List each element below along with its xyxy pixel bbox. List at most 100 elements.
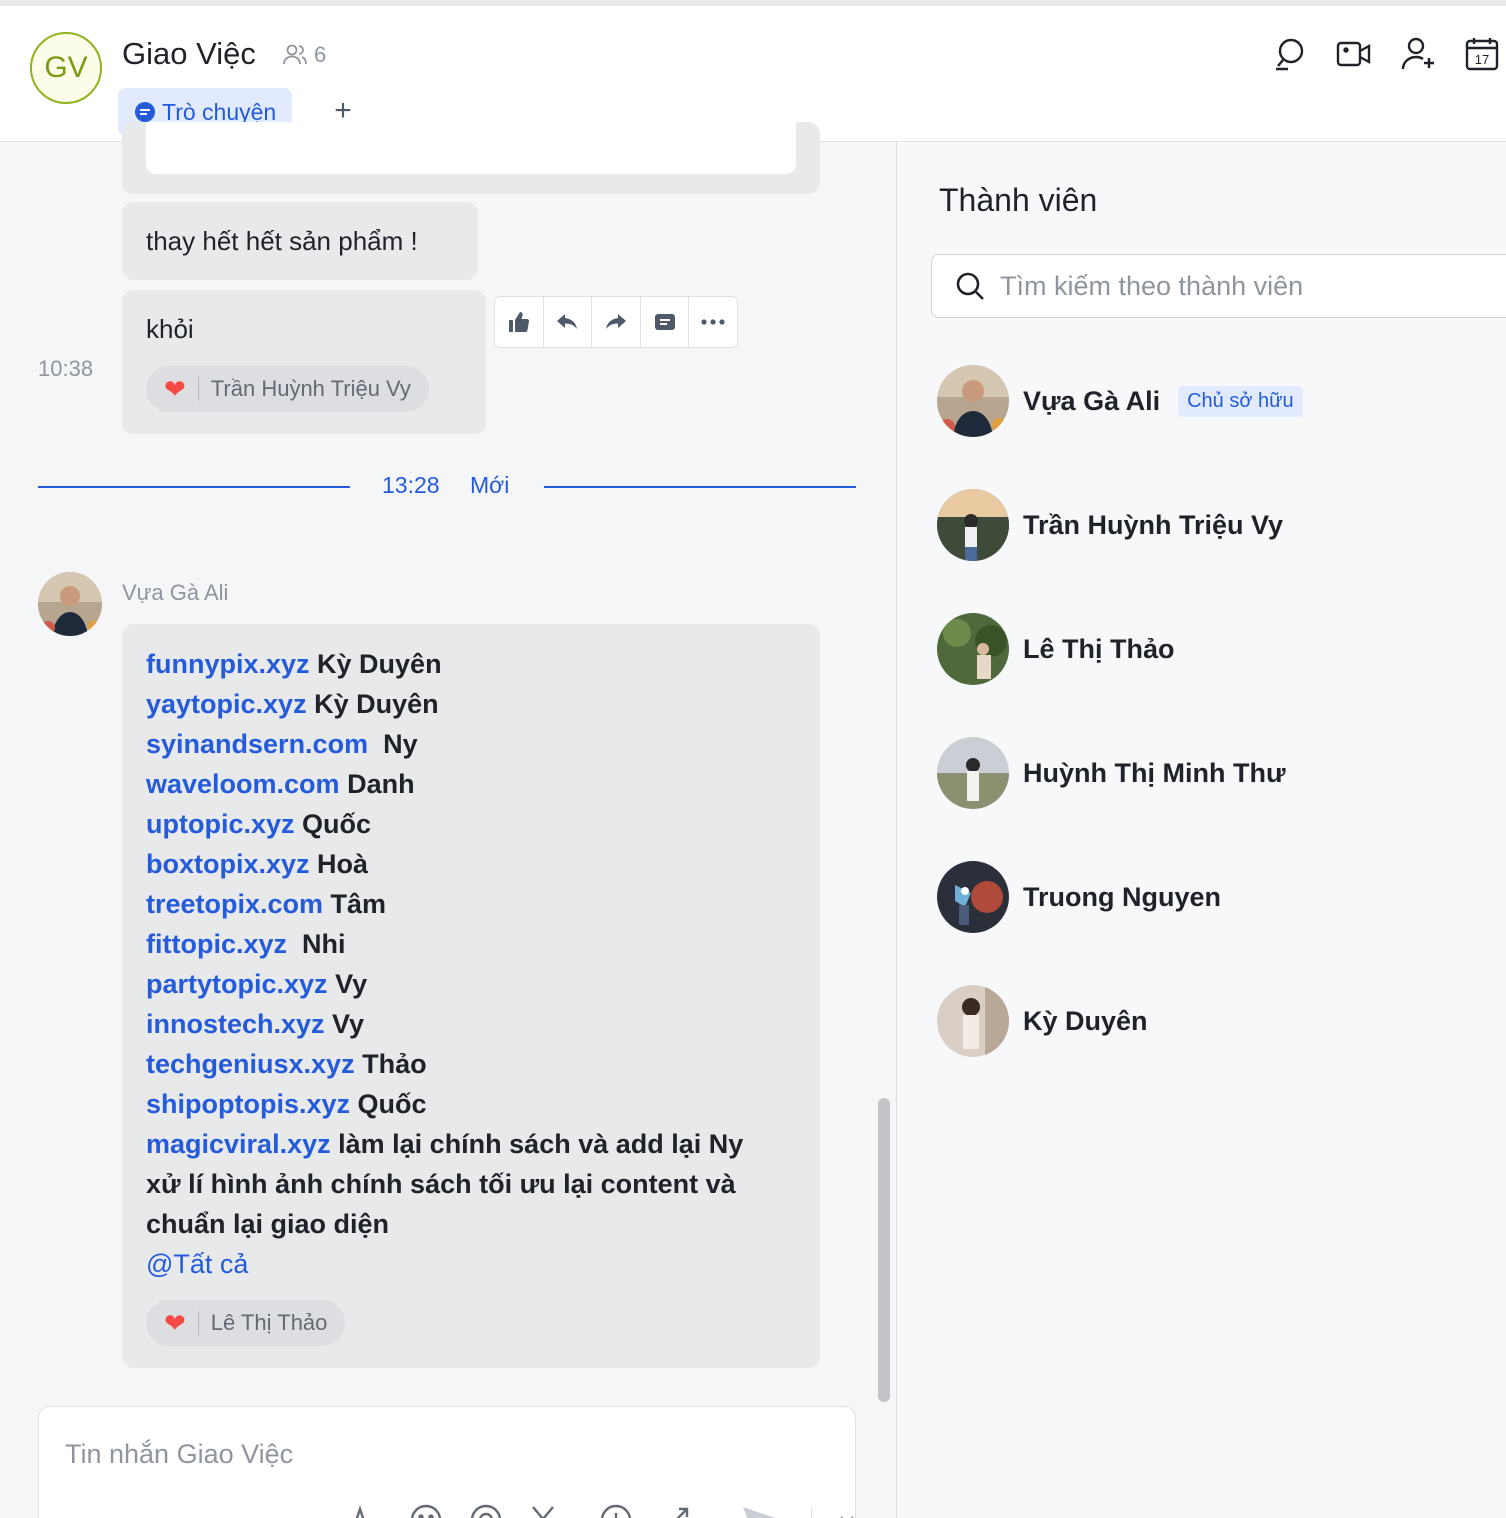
message-link[interactable]: techgeniusx.xyz	[146, 1049, 355, 1079]
send-icon[interactable]	[741, 1503, 785, 1518]
composer-placeholder[interactable]: Tin nhắn Giao Việc	[65, 1439, 293, 1470]
member-name: Huỳnh Thị Minh Thư	[1023, 757, 1286, 788]
mention-all-link[interactable]: @Tất cả	[146, 1244, 806, 1284]
app-window: GV Giao Việc 6 Trò chuyện + 17 thay hết …	[0, 6, 1506, 1518]
group-avatar[interactable]: GV	[30, 32, 102, 104]
member-item[interactable]: Vựa Gà Ali Chủ sở hữu	[937, 364, 1303, 438]
member-item[interactable]: Trần Huỳnh Triệu Vy	[937, 488, 1283, 562]
member-name: Vựa Gà Ali	[1023, 385, 1161, 416]
composer-toolbar	[349, 1503, 856, 1518]
forward-icon[interactable]	[592, 297, 641, 347]
member-item[interactable]: Lê Thị Thảo	[937, 612, 1175, 686]
reaction-user: Lê Thị Thảo	[210, 1310, 328, 1335]
send-options-divider	[811, 1507, 812, 1518]
avatar	[937, 861, 1009, 933]
search-icon	[956, 272, 984, 300]
reaction-chip[interactable]: ❤ Trần Huỳnh Triệu Vy	[146, 366, 429, 412]
quoted-card	[146, 122, 796, 174]
message-link[interactable]: syinandsern.com	[146, 729, 368, 759]
reaction-separator	[197, 377, 199, 401]
message-line-text: Ny	[368, 729, 418, 759]
message-time: 10:38	[38, 356, 94, 381]
message-line: techgeniusx.xyz Thảo	[146, 1044, 806, 1084]
avatar	[937, 737, 1009, 809]
message-line-text: Nhi	[287, 929, 346, 959]
message-link[interactable]: innostech.xyz	[146, 1009, 325, 1039]
sender-name[interactable]: Vựa Gà Ali	[122, 580, 228, 606]
screenshot-icon[interactable]	[529, 1503, 573, 1518]
member-item[interactable]: Huỳnh Thị Minh Thư	[937, 736, 1286, 810]
previous-message-bubble	[122, 122, 820, 194]
message-line-text: Thảo	[354, 1049, 427, 1079]
search-icon[interactable]	[1272, 36, 1308, 72]
message-link[interactable]: partytopic.xyz	[146, 969, 328, 999]
message-text: khỏi	[146, 314, 194, 344]
message-line: partytopic.xyz Vy	[146, 964, 806, 1004]
message-link[interactable]: magicviral.xyz	[146, 1129, 331, 1159]
message-line-text: Hoà	[309, 849, 369, 879]
members-icon	[283, 44, 307, 65]
message-line: innostech.xyz Vy	[146, 1004, 806, 1044]
message-bubble: thay hết hết sản phẩm !	[122, 202, 478, 280]
message-line: chuẩn lại giao diện	[146, 1209, 390, 1239]
owner-badge: Chủ sở hữu	[1178, 385, 1303, 417]
message-line: magicviral.xyz làm lại chính sách và add…	[146, 1124, 806, 1164]
message-line-text: Kỳ Duyên	[306, 689, 439, 719]
group-name[interactable]: Giao Việc	[122, 36, 256, 72]
emoji-icon[interactable]	[409, 1503, 443, 1518]
message-link[interactable]: boxtopix.xyz	[146, 849, 310, 879]
format-text-icon[interactable]	[349, 1503, 383, 1518]
avatar[interactable]	[38, 572, 102, 636]
member-item[interactable]: Kỳ Duyên	[937, 984, 1148, 1058]
message-link[interactable]: treetopix.com	[146, 889, 323, 919]
reaction-chip[interactable]: ❤ Lê Thị Thảo	[146, 1300, 346, 1346]
reply-icon[interactable]	[544, 297, 593, 347]
message-line-text: Danh	[339, 769, 415, 799]
svg-text:17: 17	[1475, 52, 1489, 67]
message-line: shipoptopis.xyz Quốc	[146, 1084, 806, 1124]
message-text: thay hết hết sản phẩm !	[146, 226, 418, 256]
heart-icon: ❤	[164, 1308, 186, 1338]
message-line: waveloom.com Danh	[146, 764, 806, 804]
quote-icon[interactable]	[641, 297, 690, 347]
avatar	[937, 985, 1009, 1057]
members-title: Thành viên	[939, 182, 1098, 218]
chevron-down-icon[interactable]	[838, 1514, 856, 1518]
chat-area: thay hết hết sản phẩm ! khỏi ❤ Trần Huỳn…	[0, 122, 896, 1518]
message-link[interactable]: yaytopic.xyz	[146, 689, 307, 719]
message-link[interactable]: funnypix.xyz	[146, 649, 310, 679]
member-count-value: 6	[314, 42, 327, 67]
member-name: Truong Nguyen	[1023, 881, 1221, 912]
divider-new-label: Mới	[470, 472, 510, 498]
members-panel: Thành viên Tìm kiếm theo thành viên Vựa …	[896, 142, 1506, 1518]
calendar-icon[interactable]: 17	[1464, 36, 1500, 72]
new-divider-line-left	[38, 486, 350, 488]
message-line: boxtopix.xyz Hoà	[146, 844, 806, 884]
message-line-text: Vy	[327, 969, 368, 999]
add-icon[interactable]	[599, 1503, 633, 1518]
message-lines: funnypix.xyz Kỳ Duyên yaytopic.xyz Kỳ Duy…	[146, 644, 806, 1284]
member-search-placeholder: Tìm kiếm theo thành viên	[1000, 270, 1304, 301]
member-count[interactable]: 6	[282, 42, 326, 68]
more-icon[interactable]	[689, 297, 737, 347]
message-composer[interactable]: Tin nhắn Giao Việc	[38, 1406, 856, 1518]
thumbs-up-icon[interactable]	[495, 297, 544, 347]
member-item[interactable]: Truong Nguyen	[937, 860, 1221, 934]
avatar	[937, 365, 1009, 437]
add-member-icon[interactable]	[1400, 36, 1436, 72]
message-link[interactable]: fittopic.xyz	[146, 929, 287, 959]
new-divider-line-right	[544, 486, 856, 488]
chat-scrollbar[interactable]	[878, 1098, 890, 1402]
message-link[interactable]: shipoptopis.xyz	[146, 1089, 350, 1119]
message-link[interactable]: waveloom.com	[146, 769, 340, 799]
mention-icon[interactable]	[469, 1503, 503, 1518]
message-bubble: khỏi ❤ Trần Huỳnh Triệu Vy	[122, 290, 486, 434]
expand-icon[interactable]	[659, 1503, 693, 1518]
reaction-separator	[197, 1311, 199, 1335]
member-search-input[interactable]: Tìm kiếm theo thành viên	[931, 254, 1506, 318]
member-name: Kỳ Duyên	[1023, 1005, 1148, 1036]
message-link[interactable]: uptopic.xyz	[146, 809, 295, 839]
message-line-text: Kỳ Duyên	[309, 649, 442, 679]
avatar	[937, 613, 1009, 685]
video-icon[interactable]	[1336, 36, 1372, 72]
